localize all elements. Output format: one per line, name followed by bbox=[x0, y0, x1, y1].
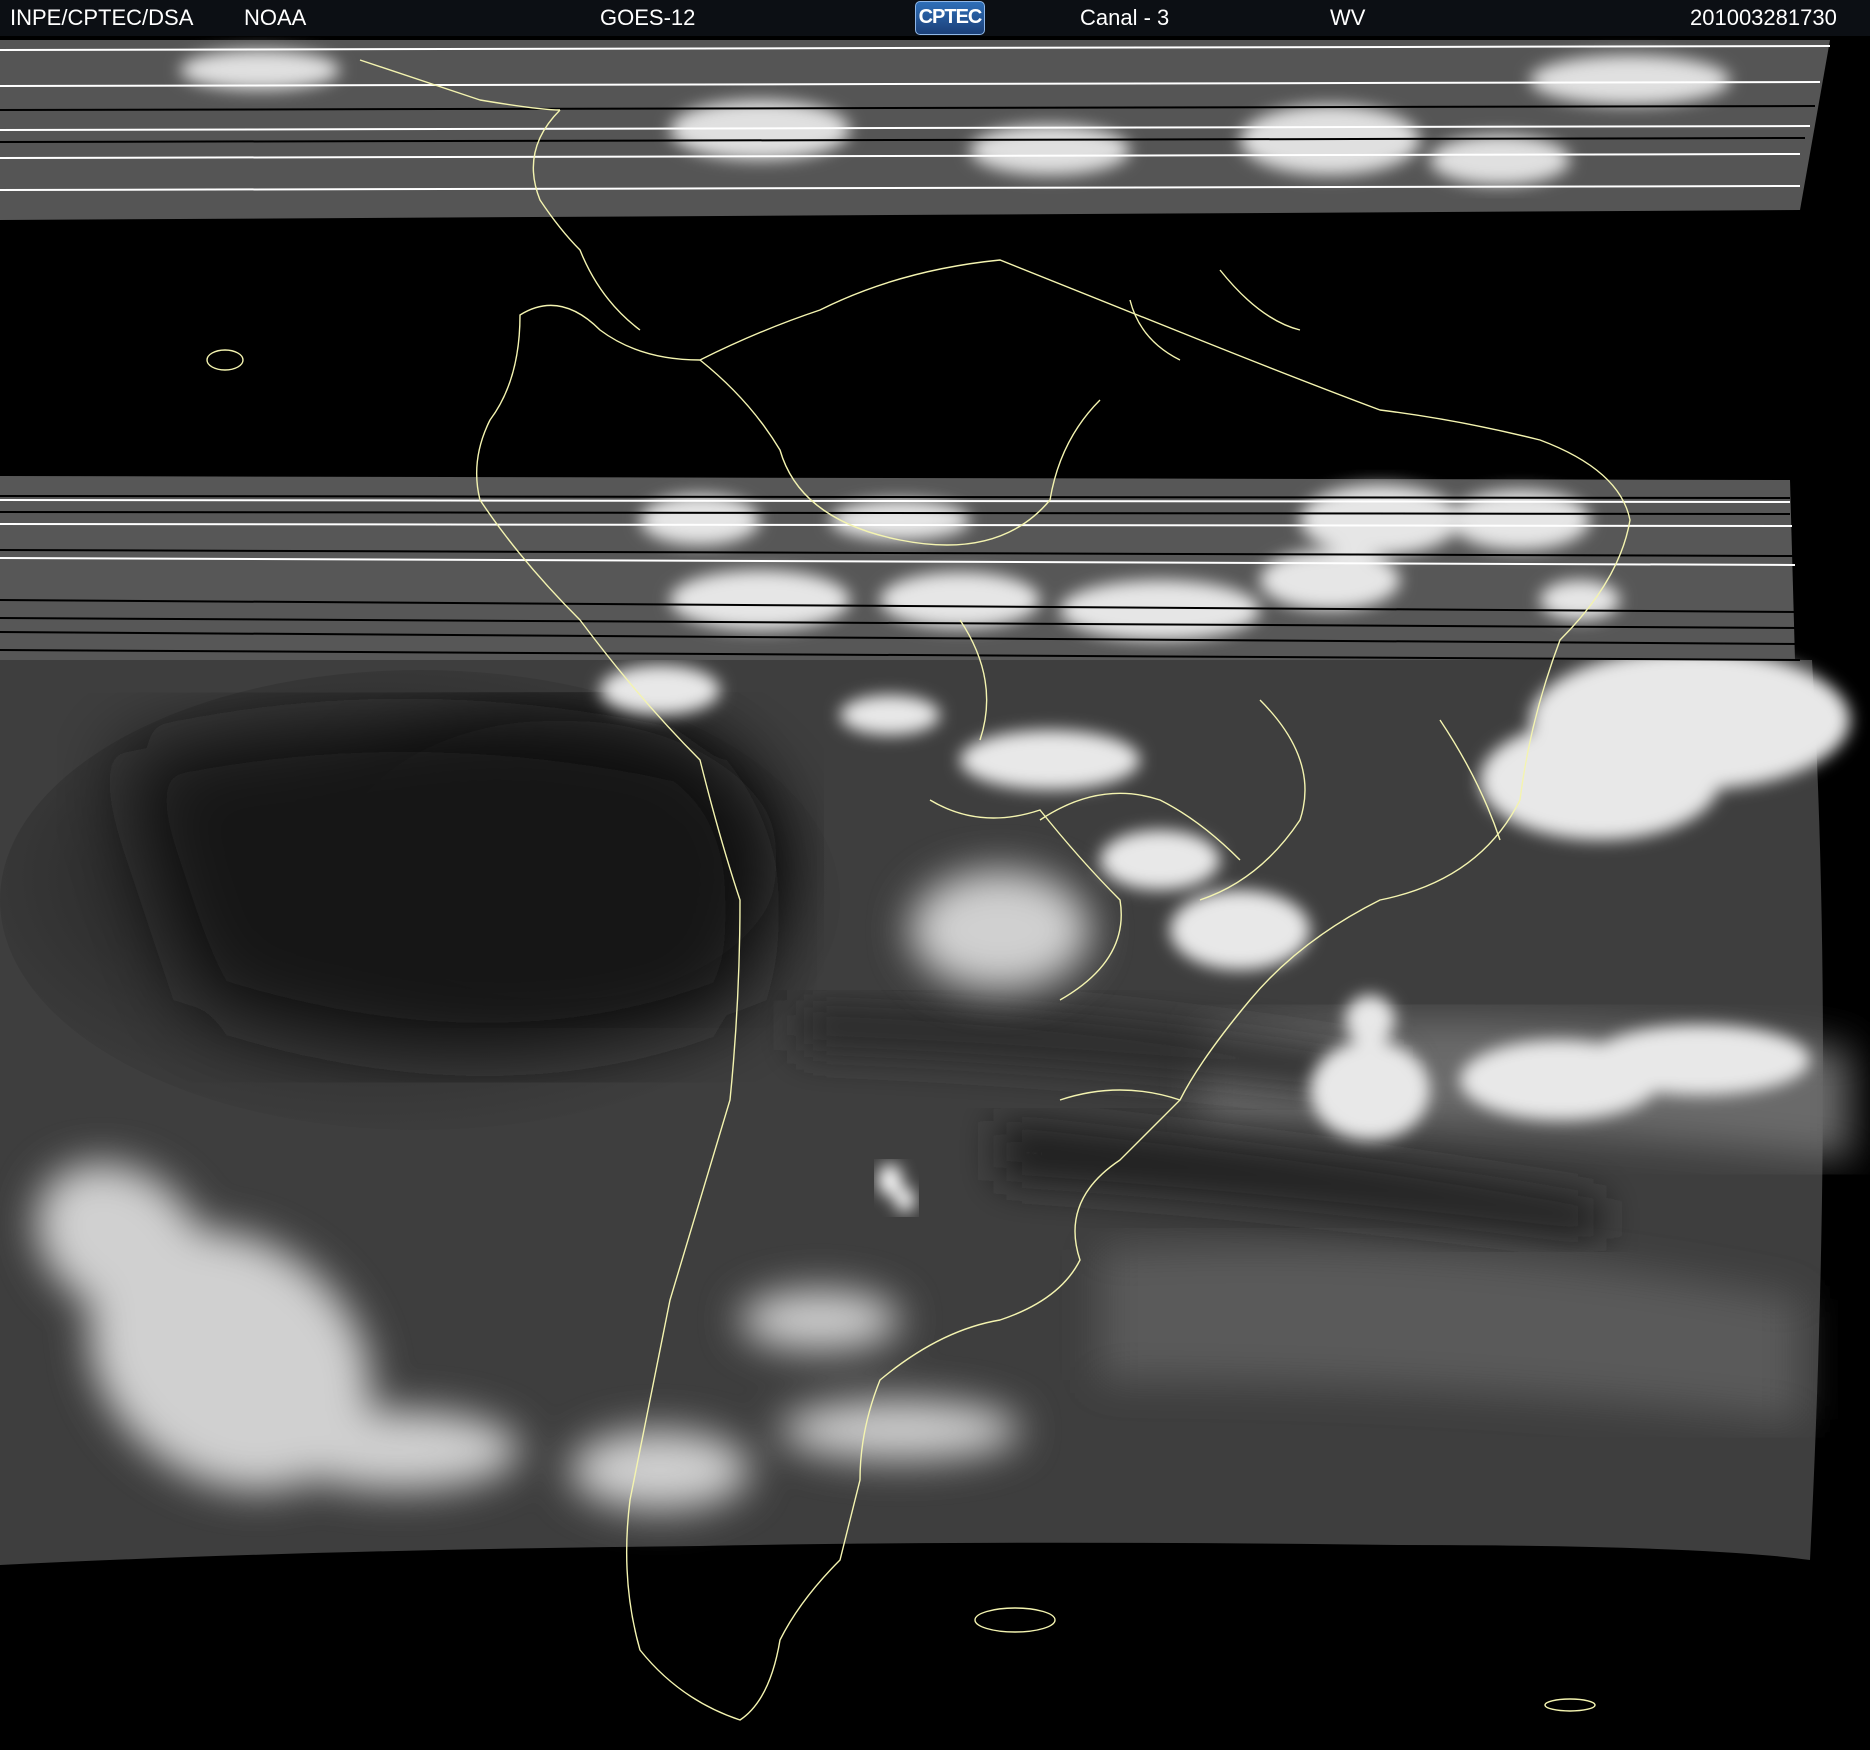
header-bar: INPE/CPTEC/DSA NOAA GOES-12 CPTEC Canal … bbox=[0, 0, 1870, 36]
band-label: WV bbox=[1330, 5, 1366, 30]
channel-label: Canal - 3 bbox=[1080, 5, 1170, 30]
timestamp-label: 201003281730 bbox=[1690, 5, 1837, 30]
institution-label: INPE/CPTEC/DSA bbox=[10, 5, 194, 30]
cptec-logo-text: CPTEC bbox=[918, 6, 983, 28]
satellite-label: GOES-12 bbox=[600, 5, 696, 30]
agency-label: NOAA bbox=[244, 5, 307, 30]
cptec-logo: CPTEC bbox=[915, 1, 985, 35]
satellite-image bbox=[0, 36, 1870, 1750]
